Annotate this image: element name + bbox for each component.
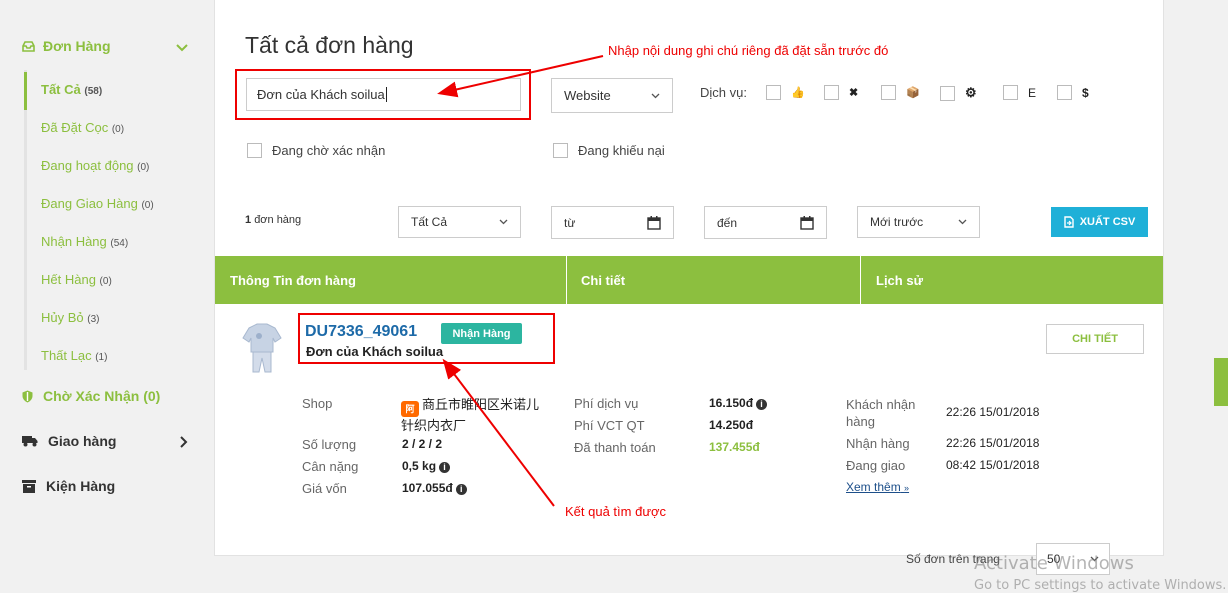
activation-watermark-subtitle: Go to PC settings to activate Windows. (974, 578, 1227, 593)
annotation-arrows (437, 55, 604, 507)
annotation-arrow-bottom (442, 358, 555, 507)
annotation-arrow-top (437, 55, 604, 98)
feedback-side-tab[interactable] (1214, 358, 1228, 406)
activation-watermark-title: Activate Windows (974, 553, 1134, 574)
